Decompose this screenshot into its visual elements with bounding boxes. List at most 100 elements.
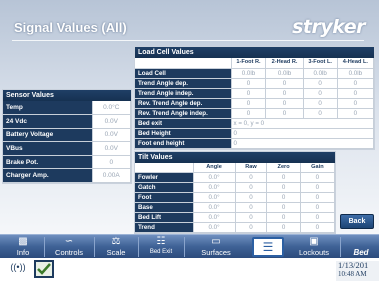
load-cell-values-panel: Load Cell Values 1-Foot R. 2-Head R. 3-F… bbox=[134, 46, 375, 150]
screen: Signal Values (All) stryker Sensor Value… bbox=[0, 0, 379, 281]
checkbox-icon[interactable] bbox=[34, 260, 54, 278]
nav-divider bbox=[94, 237, 95, 257]
row-label: Rev. Trend Angle dep. bbox=[135, 98, 232, 109]
cell-value: 0.0° bbox=[193, 202, 236, 213]
table-row: Gatch 0.0° 0 0 0 bbox=[135, 182, 336, 193]
cell-value: 0 bbox=[303, 78, 338, 89]
row-label: Foot end height bbox=[135, 138, 232, 149]
cell-value: 0 bbox=[265, 88, 304, 99]
nav-label: Scale bbox=[106, 248, 126, 257]
info-icon: ▩ bbox=[18, 236, 28, 247]
nav-label: Lockouts bbox=[298, 248, 330, 257]
row-label: Load Cell bbox=[135, 68, 232, 79]
table-row: Rev. Trend Angle dep. 0 0 0 0 bbox=[135, 98, 375, 109]
checkmark-icon bbox=[37, 263, 51, 275]
table-row: Foot end height 0 bbox=[135, 138, 374, 149]
row-label: 24 Vdc bbox=[3, 114, 93, 129]
tilt-table: Angle Raw Zero Gain Fowler 0.0° 0 0 0 Ga… bbox=[135, 163, 336, 233]
row-label: Trend Angle indep. bbox=[135, 88, 232, 99]
cell-value: 0 bbox=[231, 88, 267, 99]
table-row: VBus 0.0V bbox=[3, 141, 131, 156]
nav-divider bbox=[138, 237, 139, 257]
row-value: 0.0V bbox=[92, 114, 131, 129]
nav-info[interactable]: ▩ Info bbox=[4, 236, 42, 258]
foot-end-height-value: 0 bbox=[231, 138, 374, 149]
bed-exit-icon: ☷ bbox=[156, 236, 166, 247]
cell-value: 0.0° bbox=[193, 192, 236, 203]
cell-value: 0 bbox=[266, 202, 301, 213]
cell-value: 0 bbox=[265, 78, 304, 89]
cell-value: 0 bbox=[235, 192, 268, 203]
cell-value: 0.0° bbox=[193, 182, 236, 193]
nav-divider bbox=[184, 237, 185, 257]
cell-value: 0 bbox=[337, 78, 375, 89]
table-row: Brake Pot. 0 bbox=[3, 155, 131, 170]
sensor-values-panel: Sensor Values Temp 0.0°C 24 Vdc 0.0V Bat… bbox=[2, 89, 132, 185]
time-text: 10:48 AM bbox=[338, 270, 367, 278]
nav-label: Surfaces bbox=[201, 248, 231, 257]
table-header-row: Angle Raw Zero Gain bbox=[135, 163, 336, 173]
cell-value: 0.0lb bbox=[265, 68, 304, 79]
nav-label: Info bbox=[16, 248, 30, 257]
scale-icon: ⚖ bbox=[111, 236, 121, 247]
nav-bed-exit[interactable]: ☷ Bed Exit bbox=[140, 236, 182, 258]
nav-scale[interactable]: ⚖ Scale bbox=[96, 236, 136, 258]
table-corner bbox=[135, 163, 194, 173]
row-label: Base bbox=[135, 202, 194, 213]
bed-height-value: 0 bbox=[231, 128, 374, 139]
nav-bed[interactable]: Bed bbox=[344, 236, 378, 258]
column-header: 2-Head R. bbox=[265, 58, 304, 69]
table-row: Bed exit x = 0, y = 0 bbox=[135, 118, 374, 129]
cell-value: 0 bbox=[235, 202, 268, 213]
datetime-display: 1/13/201 10:48 AM bbox=[336, 261, 379, 281]
nav-label: Controls bbox=[55, 248, 83, 257]
tilt-values-panel: Tilt Values Angle Raw Zero Gain Fowler 0… bbox=[134, 151, 336, 234]
sensor-values-title: Sensor Values bbox=[3, 90, 131, 101]
table-row: Temp 0.0°C bbox=[3, 101, 131, 116]
table-row: Charger Amp. 0.00A bbox=[3, 168, 131, 184]
row-value: 0.0°C bbox=[92, 101, 131, 116]
cell-value: 0 bbox=[235, 182, 268, 193]
cell-value: 0.0lb bbox=[231, 68, 267, 79]
cell-value: 0 bbox=[300, 172, 336, 183]
cell-value: 0 bbox=[266, 172, 301, 183]
sensor-values-table: Temp 0.0°C 24 Vdc 0.0V Battery Voltage 0… bbox=[3, 101, 131, 184]
page-title: Signal Values (All) bbox=[14, 20, 127, 35]
table-row: Base 0.0° 0 0 0 bbox=[135, 202, 336, 213]
table-row: Trend 0.0° 0 0 0 bbox=[135, 222, 336, 233]
nav-surfaces[interactable]: ▭ Surfaces bbox=[186, 236, 246, 258]
nav-controls[interactable]: ∽ Controls bbox=[46, 236, 92, 258]
brand-logo: stryker bbox=[292, 16, 365, 38]
cell-value: 0 bbox=[265, 108, 304, 119]
nav-lockouts[interactable]: ▣ Lockouts bbox=[290, 236, 338, 258]
nav-service[interactable]: ☰ bbox=[252, 237, 284, 257]
bed-exit-value: x = 0, y = 0 bbox=[231, 118, 374, 129]
cell-value: 0 bbox=[337, 98, 375, 109]
column-header: Zero bbox=[266, 163, 301, 173]
table-row: Load Cell 0.0lb 0.0lb 0.0lb 0.0lb bbox=[135, 68, 375, 79]
cell-value: 0 bbox=[266, 192, 301, 203]
row-label: Rev. Trend Angle indep. bbox=[135, 108, 232, 119]
column-header: Gain bbox=[300, 163, 336, 173]
row-label: Bed Lift bbox=[135, 212, 194, 223]
row-label: Charger Amp. bbox=[3, 168, 93, 184]
cell-value: 0 bbox=[303, 88, 338, 99]
bed-icon bbox=[344, 236, 378, 248]
row-label: Bed exit bbox=[135, 118, 232, 129]
back-button[interactable]: Back bbox=[340, 214, 374, 229]
nav-label: Bed bbox=[353, 248, 369, 257]
table-corner bbox=[135, 58, 232, 69]
row-label: Gatch bbox=[135, 182, 194, 193]
cell-value: 0 bbox=[300, 222, 336, 233]
load-cell-table: 1-Foot R. 2-Head R. 3-Foot L. 4-Head L. … bbox=[135, 58, 375, 149]
cell-value: 0 bbox=[231, 78, 267, 89]
cell-value: 0.0° bbox=[193, 172, 236, 183]
row-label: Brake Pot. bbox=[3, 155, 93, 170]
header: Signal Values (All) stryker bbox=[0, 14, 379, 41]
table-header-row: 1-Foot R. 2-Head R. 3-Foot L. 4-Head L. bbox=[135, 58, 375, 69]
column-header: Angle bbox=[193, 163, 236, 173]
surfaces-icon: ▭ bbox=[211, 236, 221, 247]
load-cell-values-title: Load Cell Values bbox=[135, 47, 374, 58]
cell-value: 0 bbox=[303, 108, 338, 119]
cell-value: 0 bbox=[231, 98, 267, 109]
